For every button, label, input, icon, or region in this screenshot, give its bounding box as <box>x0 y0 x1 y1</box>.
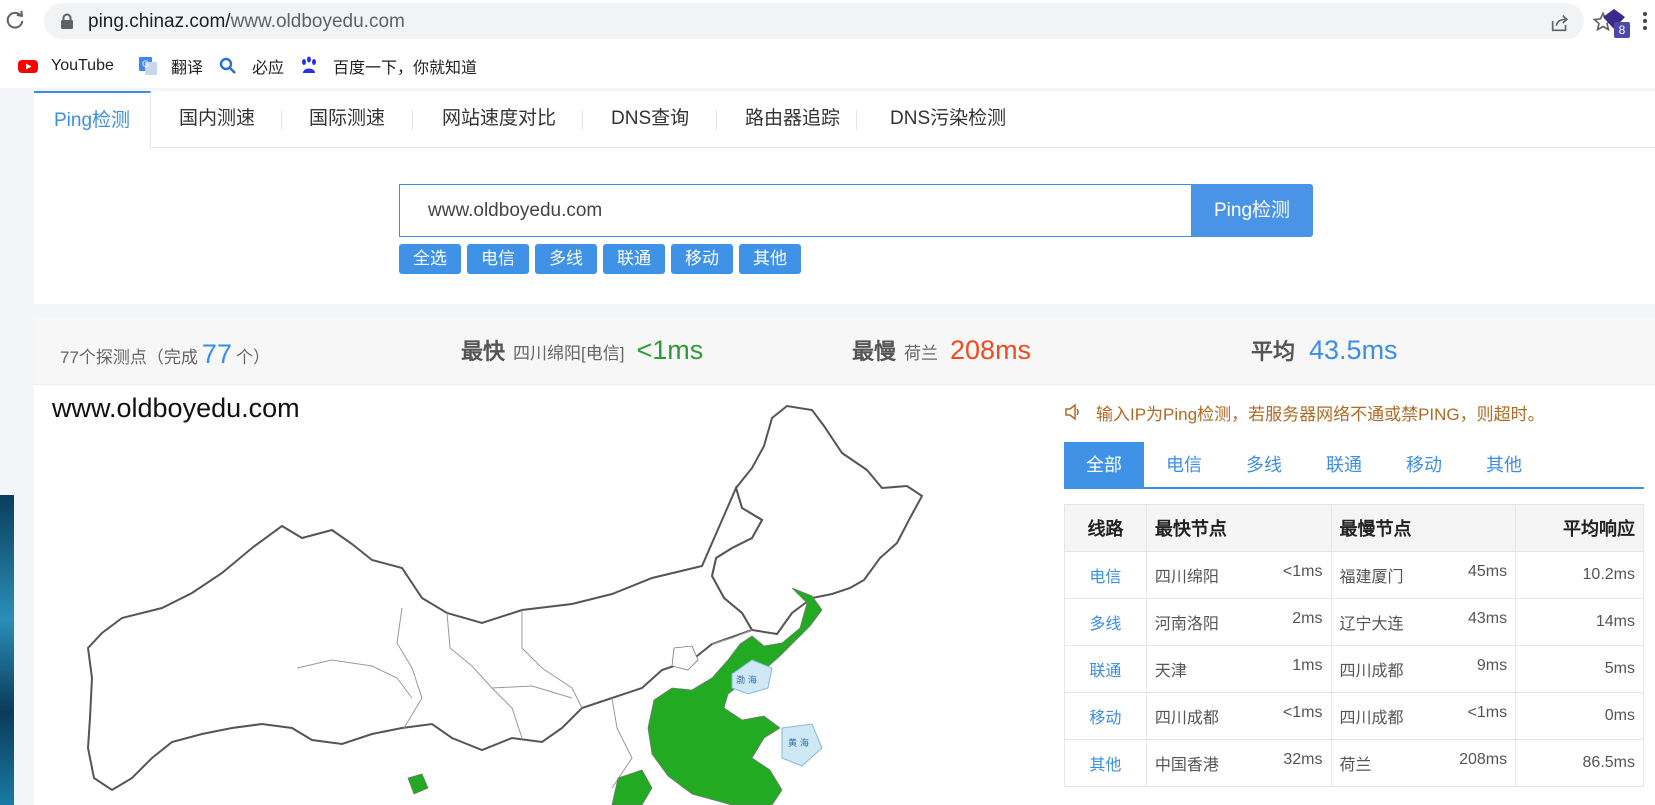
notice: 输入IP为Ping检测，若服务器网络不通或禁PING，则超时。 <box>1064 398 1644 426</box>
fastest-cell: 河南洛阳 2ms <box>1145 598 1332 646</box>
isp-tab-other[interactable]: 其他 <box>1464 442 1544 489</box>
map-region-west-dot <box>407 773 429 795</box>
table-row: 多线 河南洛阳 2ms 辽宁大连 43ms 14ms <box>1064 598 1644 646</box>
filter-telecom[interactable]: 电信 <box>467 244 529 274</box>
extension-badge: 8 <box>1614 22 1630 38</box>
results-card: 77个探测点（完成 77 个） 最快 四川绵阳[电信] <1ms 最慢 荷兰 2… <box>34 318 1655 805</box>
average-cell: 5ms <box>1515 645 1644 693</box>
slowest-cell: 四川成都 9ms <box>1330 645 1517 693</box>
search-input[interactable]: www.oldboyedu.com <box>399 184 1191 237</box>
filter-unicom[interactable]: 联通 <box>603 244 665 274</box>
browser-toolbar: ping.chinaz.com/www.oldboyedu.com 8 <box>0 0 1655 42</box>
average-cell: 86.5ms <box>1515 739 1644 787</box>
isp-tab-multiline[interactable]: 多线 <box>1224 442 1304 489</box>
probe-count: 77个探测点（完成 77 个） <box>60 339 270 369</box>
address-bar[interactable]: ping.chinaz.com/www.oldboyedu.com <box>44 3 1614 39</box>
isp-result-table: 线路 最快节点 最慢节点 平均响应 电信 四川绵阳 <1ms 福建厦门 45ms 1… <box>1064 504 1644 787</box>
tab-divider <box>716 110 717 130</box>
fastest-cell: 中国香港 32ms <box>1145 739 1332 787</box>
tab-divider <box>281 110 282 130</box>
slowest-summary: 最慢 荷兰 208ms <box>852 335 1032 365</box>
tab-divider <box>412 110 413 130</box>
tab-dns-pollution[interactable]: DNS污染检测 <box>890 91 1006 148</box>
average-summary: 平均 43.5ms <box>1251 335 1398 365</box>
baidu-icon <box>302 56 316 73</box>
map-region-south <box>611 769 653 805</box>
summary-bar: 77个探测点（完成 77 个） 最快 四川绵阳[电信] <1ms 最慢 荷兰 2… <box>34 318 1655 385</box>
filter-other[interactable]: 其他 <box>739 244 801 274</box>
col-isp: 线路 <box>1064 504 1147 552</box>
row-isp-link[interactable]: 联通 <box>1064 645 1147 693</box>
fastest-summary: 最快 四川绵阳[电信] <1ms <box>461 335 704 365</box>
tab-dns-query[interactable]: DNS查询 <box>611 91 689 148</box>
svg-text:G: G <box>142 60 149 70</box>
ping-button[interactable]: Ping检测 <box>1191 184 1313 237</box>
fastest-cell: 天津 1ms <box>1145 645 1332 693</box>
table-row: 联通 天津 1ms 四川成都 9ms 5ms <box>1064 645 1644 693</box>
row-isp-link[interactable]: 多线 <box>1064 598 1147 646</box>
fastest-cell: 四川成都 <1ms <box>1145 692 1332 740</box>
filter-multiline[interactable]: 多线 <box>535 244 597 274</box>
row-isp-link[interactable]: 移动 <box>1064 692 1147 740</box>
tab-divider <box>856 110 857 130</box>
tab-international-speed[interactable]: 国际测速 <box>309 91 385 148</box>
map-title: www.oldboyedu.com <box>52 393 300 423</box>
map-label-bohai: 渤 海 <box>736 674 757 686</box>
share-icon[interactable] <box>1549 12 1571 34</box>
table-row: 其他 中国香港 32ms 荷兰 208ms 86.5ms <box>1064 739 1644 787</box>
slowest-value: 208ms <box>950 335 1032 365</box>
average-value: 43.5ms <box>1309 335 1398 365</box>
average-cell: 0ms <box>1515 692 1644 740</box>
col-slowest: 最慢节点 <box>1330 504 1517 552</box>
isp-tab-mobile[interactable]: 移动 <box>1384 442 1464 489</box>
probe-count-value: 77 <box>201 339 232 369</box>
tab-domestic-speed[interactable]: 国内测速 <box>179 91 255 148</box>
average-cell: 10.2ms <box>1515 551 1644 599</box>
slowest-cell: 四川成都 <1ms <box>1330 692 1517 740</box>
filter-mobile[interactable]: 移动 <box>671 244 733 274</box>
slowest-cell: 辽宁大连 43ms <box>1330 598 1517 646</box>
bookmark-baidu[interactable]: 百度一下，你就知道 <box>299 55 477 77</box>
row-isp-link[interactable]: 电信 <box>1064 551 1147 599</box>
url-text[interactable]: ping.chinaz.com/www.oldboyedu.com <box>88 11 405 33</box>
china-map: 渤 海 黄 海 <box>86 404 924 805</box>
isp-tab-unicom[interactable]: 联通 <box>1304 442 1384 489</box>
tab-ping[interactable]: Ping检测 <box>34 91 152 149</box>
tab-divider <box>582 110 583 130</box>
nav-tabs: Ping检测 国内测速 国际测速 网站速度对比 DNS查询 路由器追踪 DNS污… <box>34 91 1655 149</box>
bookmark-bing[interactable]: 必应 <box>218 55 284 77</box>
map-label-huanghai: 黄 海 <box>788 737 809 749</box>
fastest-value: <1ms <box>636 335 704 365</box>
search-icon <box>219 57 236 74</box>
bookmark-translate[interactable]: G 翻译 <box>137 55 203 77</box>
average-cell: 14ms <box>1515 598 1644 646</box>
bookmarks-bar: YouTube G 翻译 必应 百度一下，你就知道 <box>0 42 1655 88</box>
table-row: 移动 四川成都 <1ms 四川成都 <1ms 0ms <box>1064 692 1644 740</box>
reload-icon[interactable] <box>4 9 26 31</box>
tab-traceroute[interactable]: 路由器追踪 <box>745 91 840 148</box>
side-panel-strip <box>0 495 14 805</box>
row-isp-link[interactable]: 其他 <box>1064 739 1147 787</box>
tab-site-compare[interactable]: 网站速度对比 <box>442 91 556 148</box>
search-card: Ping检测 国内测速 国际测速 网站速度对比 DNS查询 路由器追踪 DNS污… <box>34 91 1655 304</box>
isp-tabs: 全部 电信 多线 联通 移动 其他 <box>1064 442 1644 489</box>
isp-tab-all[interactable]: 全部 <box>1064 442 1144 489</box>
table-row: 电信 四川绵阳 <1ms 福建厦门 45ms 10.2ms <box>1064 551 1644 599</box>
filter-all[interactable]: 全选 <box>399 244 461 274</box>
extension-icon[interactable]: 8 <box>1602 8 1630 38</box>
table-header-row: 线路 最快节点 最慢节点 平均响应 <box>1064 504 1644 552</box>
fastest-cell: 四川绵阳 <1ms <box>1145 551 1332 599</box>
more-icon[interactable] <box>1640 10 1655 32</box>
col-average: 平均响应 <box>1515 504 1644 552</box>
youtube-icon <box>18 60 38 73</box>
translate-icon: G <box>139 57 157 75</box>
slowest-cell: 荷兰 208ms <box>1330 739 1517 787</box>
slowest-cell: 福建厦门 45ms <box>1330 551 1517 599</box>
col-fastest: 最快节点 <box>1145 504 1332 552</box>
isp-tab-telecom[interactable]: 电信 <box>1144 442 1224 489</box>
speaker-icon <box>1065 403 1079 421</box>
bookmark-youtube[interactable]: YouTube <box>17 55 114 77</box>
lock-icon[interactable] <box>60 13 74 29</box>
